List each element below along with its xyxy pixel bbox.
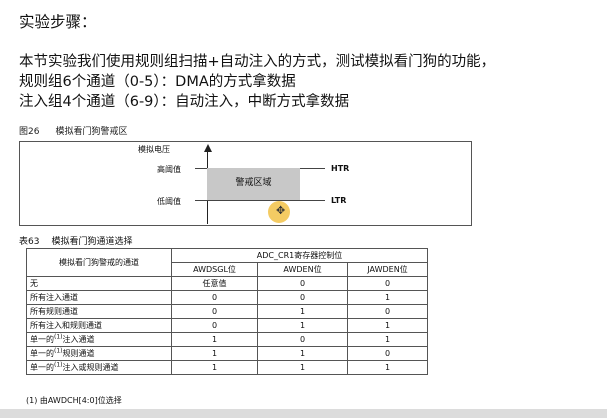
table-row: 单一的(1)注入或规则通道 1 1 1 [26,360,428,375]
awdsgl-cell: 1 [171,332,258,347]
y-axis-arrow [203,144,212,152]
guard-zone-label: 警戒区域 [235,178,272,188]
column-header: JAWDEN位 [347,262,428,277]
column-header: AWDSGL位 [171,262,258,277]
awden-cell: 0 [257,290,348,305]
table-footnote: (1) 由AWDCH[4:0]位选择 [26,396,122,405]
description-line-1: 本节实验我们使用规则组扫描+自动注入的方式，测试模拟看门狗的功能， [19,54,496,70]
table-row: 所有注入和规则通道 0 1 1 [26,318,428,333]
ltr-label: LTR [331,196,347,205]
awdsgl-cell: 1 [171,360,258,375]
ltr-line [195,200,325,201]
awden-cell: 0 [257,276,348,291]
row-label: 单一的(1)注入或规则通道 [26,360,172,375]
row-label: 所有规则通道 [26,304,172,319]
awdsgl-cell: 1 [171,346,258,361]
table-row: 所有注入通道 0 0 1 [26,290,428,305]
awden-cell: 0 [257,332,348,347]
jawden-cell: 1 [347,318,428,333]
row-label: 所有注入通道 [26,290,172,305]
figure-title: 模拟看门狗警戒区 [55,127,128,137]
high-threshold-label: 高阈值 [157,165,181,174]
jawden-cell: 1 [347,290,428,305]
jawden-cell: 1 [347,332,428,347]
description-line-3: 注入组4个通道（6-9）：自动注入，中断方式拿数据 [19,94,350,110]
description-line-2: 规则组6个通道（0-5）：DMA的方式拿数据 [19,74,296,90]
htr-label: HTR [331,164,350,173]
table-label: 表63 [19,237,40,247]
figure-label: 图26 [19,127,40,137]
awden-cell: 1 [257,318,348,333]
group-header-cell: ADC_CR1寄存器控制位 [171,248,428,263]
jawden-cell: 0 [347,304,428,319]
row-label: 单一的(1)规则通道 [26,346,172,361]
table-caption: 表63 模拟看门狗通道选择 [19,234,144,247]
watchdog-channel-table: 模拟看门狗警戒的通道 ADC_CR1寄存器控制位 AWDSGL位 AWDEN位 … [26,248,428,375]
table-row: 所有规则通道 0 1 0 [26,304,428,319]
awden-cell: 1 [257,360,348,375]
table-row: 无 任意值 0 0 [26,276,428,291]
table-row: 单一的(1)注入通道 1 0 1 [26,332,428,347]
section-title: 实验步骤： [19,13,97,31]
move-cursor-icon: ✥ [276,204,286,217]
awdsgl-cell: 0 [171,318,258,333]
jawden-cell: 0 [347,276,428,291]
awden-cell: 1 [257,346,348,361]
y-axis-label: 模拟电压 [138,145,170,154]
column-header: AWDEN位 [257,262,348,277]
jawden-cell: 0 [347,346,428,361]
awden-cell: 1 [257,304,348,319]
figure-caption: 图26 模拟看门狗警戒区 [19,124,143,137]
low-threshold-label: 低阈值 [157,197,181,206]
row-label: 所有注入和规则通道 [26,318,172,333]
row-header-cell: 模拟看门狗警戒的通道 [26,248,172,277]
jawden-cell: 1 [347,360,428,375]
awdsgl-cell: 任意值 [171,276,258,291]
awdsgl-cell: 0 [171,290,258,305]
row-label: 无 [26,276,172,291]
table-title: 模拟看门狗通道选择 [51,237,133,247]
awdsgl-cell: 0 [171,304,258,319]
table-row: 单一的(1)规则通道 1 1 0 [26,346,428,361]
bottom-bar [0,409,607,418]
row-label: 单一的(1)注入通道 [26,332,172,347]
